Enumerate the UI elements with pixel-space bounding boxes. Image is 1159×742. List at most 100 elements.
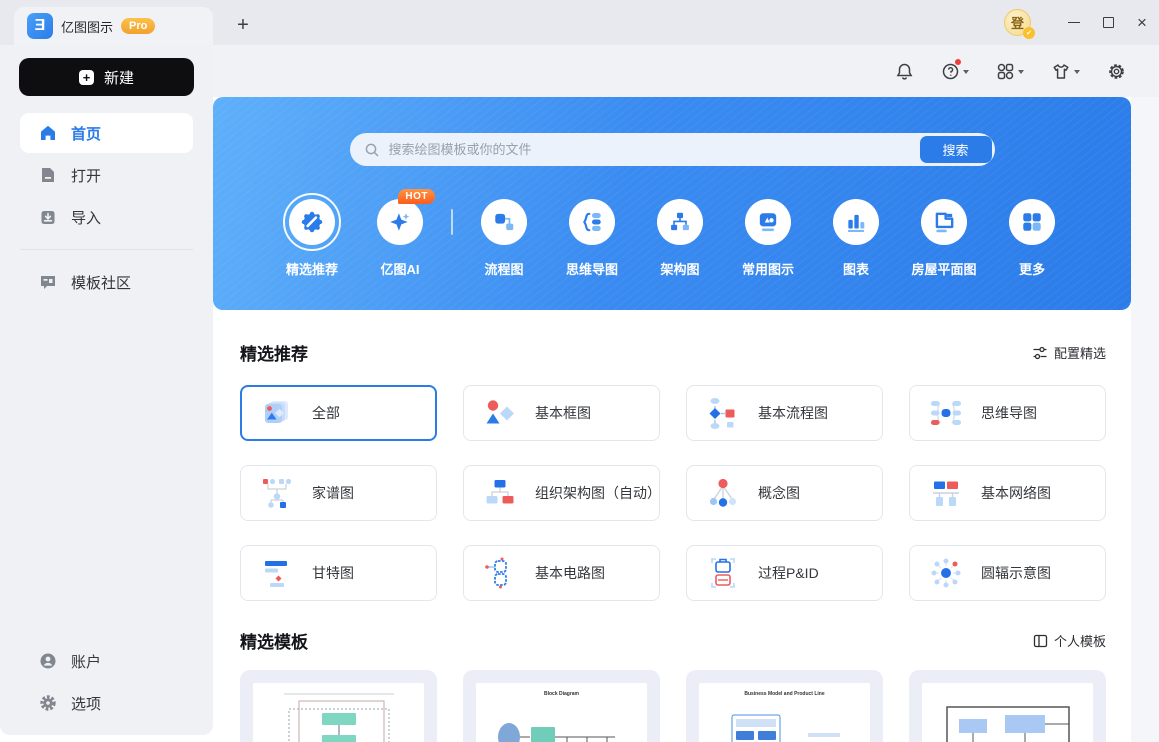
basic-flowchart-icon (709, 398, 735, 429)
card-radial-diagram[interactable]: 圆辐示意图 (909, 545, 1106, 601)
configure-featured-link[interactable]: 配置精选 (1032, 343, 1106, 362)
pro-badge: Pro (121, 18, 156, 34)
ai-sparkle-icon (390, 213, 410, 231)
card-basic-network[interactable]: 基本网络图 (909, 465, 1106, 521)
sidebar-item-open[interactable]: 打开 (20, 155, 193, 195)
banner-category-mindmap[interactable]: 思维导图 (548, 193, 636, 278)
banner-category-more[interactable]: 更多 (988, 193, 1076, 278)
selected-ring (283, 193, 341, 251)
import-icon (41, 211, 55, 224)
family-tree-icon (263, 478, 292, 508)
gantt-icon (265, 561, 287, 587)
org-chart-icon (486, 480, 514, 504)
sidebar-item-account[interactable]: 账户 (20, 641, 193, 681)
home-icon (41, 125, 55, 140)
category-row: 精选推荐 HOT 亿图AI 流程图 思维导图 架构图 常用图示 图表 房屋平面图… (213, 189, 1131, 278)
search-icon (365, 143, 379, 157)
template-thumb-3[interactable]: Business Model and Product Line (686, 670, 883, 742)
card-all[interactable]: 全部 (240, 385, 437, 441)
concept-map-icon (709, 478, 737, 507)
sidebar-item-options[interactable]: 选项 (20, 683, 193, 723)
card-family-tree[interactable]: 家谱图 (240, 465, 437, 521)
banner-category-common-diagrams[interactable]: 常用图示 (724, 193, 812, 278)
minimize-button[interactable] (1057, 0, 1091, 45)
thumb-diagram (497, 723, 615, 742)
bell-icon[interactable] (895, 62, 914, 81)
card-org-chart-auto[interactable]: 组织架构图（自动） (463, 465, 661, 521)
banner-category-floor-plan[interactable]: 房屋平面图 (900, 193, 988, 278)
thumb-diagram (945, 706, 1070, 742)
chevron-down-icon (1074, 70, 1080, 74)
thumb-diagram (731, 714, 840, 742)
mindmap-icon (583, 212, 601, 232)
mindmap-card-icon (931, 401, 961, 425)
maximize-button[interactable] (1091, 0, 1125, 45)
new-document-button[interactable]: + 新建 (19, 58, 194, 96)
plus-icon: + (78, 69, 94, 85)
chevron-down-icon (1018, 70, 1024, 74)
filter-settings-icon (1033, 346, 1047, 359)
app-tab[interactable]: Ǝ 亿图图示 Pro (14, 7, 213, 45)
hot-badge: HOT (398, 189, 435, 204)
floor-plan-icon (935, 212, 954, 233)
close-button[interactable]: × (1125, 0, 1159, 45)
shapes-icon (759, 213, 777, 232)
banner-category-org-structure[interactable]: 架构图 (636, 193, 724, 278)
featured-cards-grid: 全部 基本框图 基本流程图 思维导图 家谱图 组织架构图（自动） 概念图 基本网… (240, 385, 1106, 601)
app-title: 亿图图示 (61, 19, 114, 35)
card-basic-circuit[interactable]: 基本电路图 (463, 545, 660, 601)
templates-section-title: 精选模板 (240, 633, 308, 652)
chevron-down-icon (963, 70, 969, 74)
options-gear-icon (40, 695, 56, 711)
sidebar-item-template-community[interactable]: 模板社区 (20, 262, 193, 302)
search-bar: 搜索 (349, 133, 995, 166)
sidebar-divider (20, 249, 193, 250)
radial-icon (931, 558, 961, 588)
network-icon (933, 481, 959, 506)
card-basic-block-diagram[interactable]: 基本框图 (463, 385, 660, 441)
banner-category-ai[interactable]: HOT 亿图AI (356, 189, 444, 278)
banner-category-flowchart[interactable]: 流程图 (460, 193, 548, 278)
thumb-diagram (283, 693, 394, 742)
settings-icon[interactable] (1107, 62, 1126, 81)
layout-icon (1033, 634, 1048, 647)
card-process-pid[interactable]: 过程P&ID (686, 545, 883, 601)
card-concept-map[interactable]: 概念图 (686, 465, 883, 521)
bar-chart-icon (847, 214, 865, 233)
sidebar-item-home[interactable]: 首页 (20, 113, 193, 153)
user-avatar[interactable]: 登 ✔ (1004, 9, 1035, 39)
theme-shirt-icon[interactable] (1051, 62, 1080, 81)
flowchart-icon (495, 213, 514, 231)
notification-dot (955, 58, 961, 65)
structure-icon (671, 212, 689, 231)
sidebar-item-import[interactable]: 导入 (20, 197, 193, 237)
basic-block-icon (486, 400, 514, 424)
scrollbar-gutter[interactable] (1131, 97, 1159, 742)
search-button[interactable]: 搜索 (919, 136, 992, 163)
template-thumbnails: Block Diagram Business Model and Product… (240, 670, 1106, 742)
template-thumb-1[interactable] (240, 670, 437, 742)
new-tab-button[interactable]: + (228, 10, 258, 40)
card-mindmap[interactable]: 思维导图 (909, 385, 1106, 441)
category-divider (451, 209, 453, 235)
banner-category-featured[interactable]: 精选推荐 (268, 193, 356, 278)
sidebar: + 新建 首页 打开 导入 模板社区 账户 选项 (0, 45, 213, 735)
banner-category-charts[interactable]: 图表 (812, 193, 900, 278)
circuit-icon (485, 557, 507, 589)
search-input[interactable] (388, 142, 911, 157)
help-icon[interactable] (941, 58, 969, 81)
template-thumb-2[interactable]: Block Diagram (463, 670, 660, 742)
account-icon (40, 653, 56, 669)
personal-templates-link[interactable]: 个人模板 (1033, 631, 1106, 650)
card-basic-flowchart[interactable]: 基本流程图 (686, 385, 883, 441)
document-icon (42, 168, 54, 182)
community-icon (41, 276, 55, 289)
more-grid-icon (1023, 213, 1041, 231)
template-thumb-4[interactable] (909, 670, 1106, 742)
hero-banner: 搜索绘图模板或你的文件 搜索 精选推荐 HOT 亿图AI 流程图 思维导图 架构… (213, 97, 1131, 310)
card-gantt[interactable]: 甘特图 (240, 545, 437, 601)
all-templates-icon (265, 401, 288, 423)
featured-badge-icon (301, 211, 323, 233)
apps-icon[interactable] (996, 62, 1024, 81)
tab-bar: Ǝ 亿图图示 Pro + 登 ✔ × (0, 0, 1159, 45)
